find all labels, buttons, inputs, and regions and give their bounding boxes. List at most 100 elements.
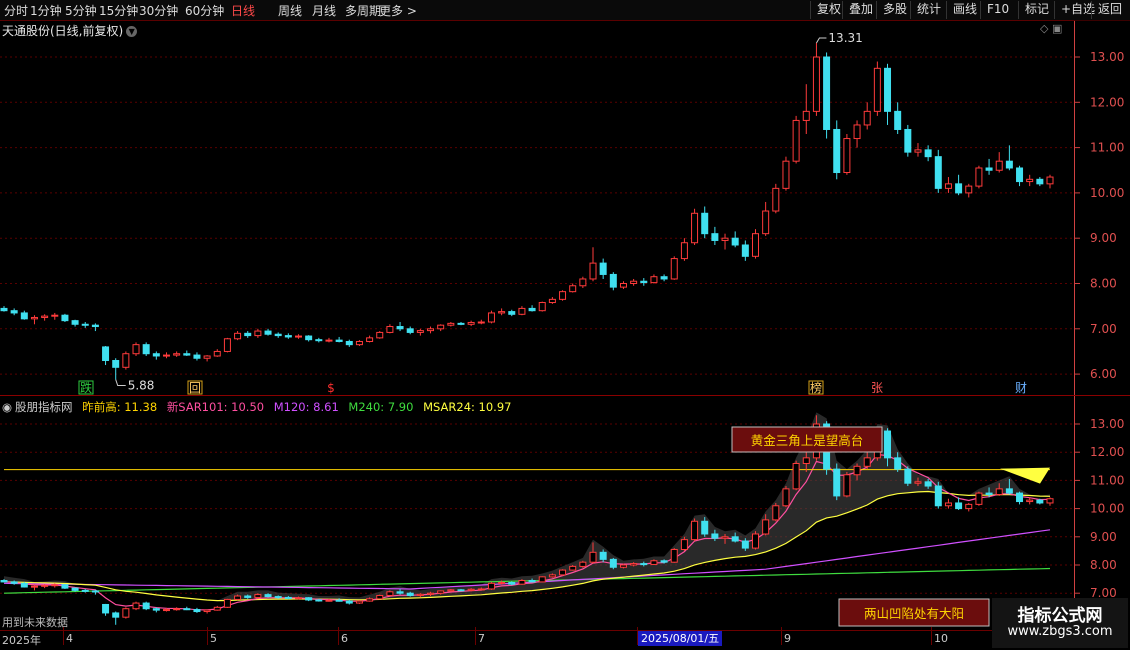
date-label-3: 6 <box>341 632 348 645</box>
indicator-candle-body <box>995 488 1003 495</box>
watermark-url: www.zbgs3.com <box>1007 624 1113 639</box>
indicator-candle-body <box>396 591 404 594</box>
cursor-date: 2025/08/01/五 <box>638 631 723 646</box>
candle-body <box>386 326 394 333</box>
circle-icon[interactable]: ◉ <box>2 400 12 414</box>
date-label-2: 5 <box>210 632 217 645</box>
event-marker-5: 财 <box>1015 381 1027 395</box>
indicator-candle-body <box>20 582 28 588</box>
indicator-candle-body <box>71 587 79 591</box>
y-tick-label: 12.00 <box>1090 95 1124 109</box>
indicator-candle-body <box>315 599 323 602</box>
candle-body <box>112 360 120 368</box>
indicator-candle-body <box>1016 492 1024 503</box>
indicator-y-tick-label: 11.00 <box>1090 473 1124 487</box>
date-tick <box>931 627 932 645</box>
candle-body <box>162 354 170 357</box>
indicator-candle-body <box>457 589 465 592</box>
candle-body <box>284 335 292 338</box>
legend-prev-high: 昨前高: 11.38 <box>82 400 158 414</box>
date-tick <box>338 627 339 645</box>
candle-body <box>853 124 861 140</box>
indicator-candle-body <box>772 505 780 521</box>
candle-body <box>812 56 820 112</box>
indicator-candle-body <box>884 430 892 459</box>
indicator-candle-body <box>619 564 627 568</box>
candle-body <box>650 276 658 284</box>
candle-body <box>914 149 922 153</box>
indicator-candle-body <box>863 457 871 467</box>
candle-body <box>924 149 932 158</box>
candle-body <box>427 328 435 332</box>
indicator-candle-body <box>680 539 688 550</box>
candle-body <box>345 340 353 346</box>
candle-body <box>457 322 465 325</box>
candle-body <box>782 160 790 189</box>
candle-body <box>884 67 892 112</box>
indicator-candle-body <box>416 593 424 596</box>
indicator-candle-body <box>284 596 292 599</box>
candle-body <box>81 323 89 326</box>
date-tick <box>475 627 476 645</box>
indicator-candle-body <box>1046 498 1054 504</box>
candle-body <box>366 337 374 342</box>
indicator-y-tick-label: 13.00 <box>1090 417 1124 431</box>
indicator-candle-body <box>10 581 18 584</box>
indicator-candle-body <box>91 590 99 593</box>
candle-body <box>51 314 59 317</box>
event-marker-4: 张 <box>871 381 883 395</box>
indicator-candle-body <box>335 599 343 602</box>
indicator-candle-body <box>944 502 952 507</box>
indicator-y-tick-label: 9.00 <box>1090 530 1117 544</box>
candle-body <box>701 212 709 235</box>
candle-body <box>244 332 252 337</box>
candle-body <box>1036 178 1044 185</box>
indicator-candle-body <box>223 598 231 608</box>
candle-body <box>447 322 455 326</box>
candle-body <box>467 321 475 325</box>
candle-body <box>254 330 262 337</box>
indicator-candle-body <box>406 592 414 596</box>
indicator-candle-body <box>589 551 597 563</box>
candle-body <box>477 321 485 324</box>
indicator-candle-body <box>1005 488 1013 494</box>
candle-body <box>548 298 556 304</box>
candle-body <box>223 338 231 352</box>
indicator-candle-body <box>1036 499 1044 504</box>
indicator-candle-body <box>579 561 587 567</box>
candle-body <box>975 167 983 187</box>
indicator-candle-body <box>741 540 749 549</box>
candle-body <box>437 324 445 330</box>
indicator-candle-body <box>711 533 719 539</box>
indicator-candle-body <box>112 612 120 618</box>
indicator-candle-body <box>0 580 8 583</box>
indicator-candle-body <box>61 584 69 589</box>
indicator-candle-body <box>162 609 170 612</box>
indicator-candle-body <box>274 596 282 599</box>
indicator-name: ◉ 股朋指标网 <box>2 400 73 414</box>
indicator-candle-body <box>691 520 699 541</box>
candle-body <box>10 310 18 314</box>
kline-chart[interactable]: 13.00 12.00 11.00 10.00 9.00 8.00 7.00 6.00 13.0… <box>0 0 1130 650</box>
indicator-candle-body <box>538 576 546 583</box>
candle-body <box>518 307 526 315</box>
candle-body <box>741 244 749 257</box>
candle-body <box>660 276 668 280</box>
top-border <box>0 20 1075 21</box>
indicator-candle-body <box>914 481 922 484</box>
candle-body <box>538 302 546 312</box>
watermark-title: 指标公式网 <box>1017 606 1103 626</box>
indicator-candle-body <box>152 608 160 611</box>
right-axis-line <box>1074 20 1075 630</box>
high-label: 13.31 <box>828 31 862 45</box>
candle-body <box>295 335 303 338</box>
indicator-candle-body <box>965 503 973 510</box>
y-tick-label: 8.00 <box>1090 277 1117 291</box>
high-pointer <box>815 37 827 44</box>
indicator-candle-body <box>30 585 38 588</box>
indicator-candle-body <box>51 584 59 587</box>
indicator-candle-body <box>376 594 384 600</box>
indicator-candle-body <box>264 594 272 598</box>
y-tick-label: 9.00 <box>1090 231 1117 245</box>
indicator-candle-body <box>295 597 303 600</box>
